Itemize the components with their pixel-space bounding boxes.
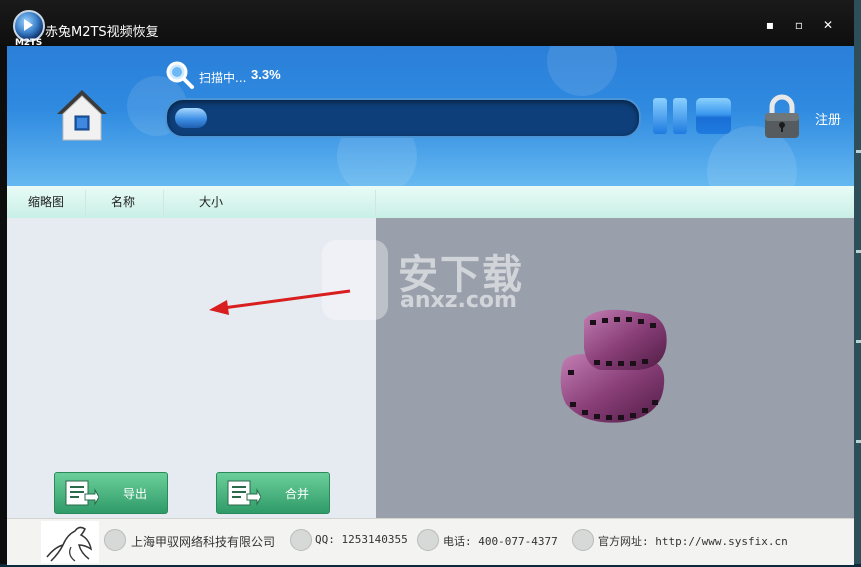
qq-icon (290, 529, 312, 551)
desktop-edge (854, 0, 861, 564)
register-lock-button[interactable] (762, 94, 802, 140)
column-divider (375, 190, 376, 216)
pause-icon (673, 98, 687, 134)
play-icon (24, 19, 33, 31)
merge-label: 合并 (285, 487, 310, 501)
pause-button[interactable] (653, 98, 689, 134)
merge-button[interactable]: 合并 (216, 472, 330, 514)
horse-logo (41, 521, 99, 563)
title-bar[interactable]: M2TS 赤兔M2TS视频恢复 ▪ ▫ ✕ (0, 0, 854, 48)
column-thumbnail[interactable]: 缩略图 (28, 186, 64, 218)
pause-icon (653, 98, 667, 134)
scan-status-label: 扫描中... (199, 71, 247, 85)
phone-icon (417, 529, 439, 551)
export-button[interactable]: 导出 (54, 472, 168, 514)
home-button[interactable] (55, 88, 109, 144)
header-bokeh (547, 46, 617, 96)
minimize-button[interactable]: ▪ (759, 18, 781, 38)
scan-progress-bar (165, 98, 641, 138)
minimize-icon: ▪ (765, 18, 775, 32)
file-list-header: 缩略图 名称 大小 (7, 186, 854, 219)
desktop-edge-mark (856, 250, 861, 253)
magnifier-icon (166, 61, 194, 89)
scan-progress-fill (175, 108, 207, 128)
close-button[interactable]: ✕ (817, 18, 839, 38)
website-link[interactable]: 官方网址: http://www.sysfix.cn (598, 533, 788, 549)
qq-number: QQ: 1253140355 (315, 533, 408, 546)
column-divider (85, 190, 86, 216)
window-title: 赤兔M2TS视频恢复 (45, 25, 159, 40)
file-list-panel[interactable]: 导出 合并 (7, 218, 376, 518)
maximize-icon: ▫ (794, 18, 804, 32)
company-name: 上海甲驭网络科技有限公司 (131, 535, 276, 549)
app-logo: M2TS (10, 8, 46, 48)
export-icon (65, 480, 99, 506)
globe-icon (572, 529, 594, 551)
column-size[interactable]: 大小 (199, 186, 223, 218)
watermark: 安下载 anxz.com (322, 240, 542, 322)
scan-percent: 3.3% (251, 67, 281, 82)
stop-button[interactable] (696, 98, 731, 134)
export-label: 导出 (123, 487, 148, 501)
company-icon (104, 529, 126, 551)
merge-icon (227, 480, 261, 506)
film-reel-icon (560, 309, 667, 423)
desktop-edge-mark (856, 340, 861, 343)
lock-icon (765, 94, 799, 138)
horse-icon (46, 526, 93, 562)
desktop-edge-mark (856, 150, 861, 153)
watermark-url: anxz.com (400, 288, 517, 313)
app-window: M2TS 赤兔M2TS视频恢复 ▪ ▫ ✕ 扫描中... 3.3% 注册 缩略图… (0, 0, 861, 565)
annotation-arrow-icon (209, 289, 351, 315)
toolbar-header: 扫描中... 3.3% 注册 (7, 46, 854, 186)
close-icon: ✕ (822, 18, 834, 32)
footer-bar: 上海甲驭网络科技有限公司 QQ: 1253140355 电话: 400-077-… (7, 518, 854, 565)
phone-number: 电话: 400-077-4377 (443, 535, 558, 548)
column-name[interactable]: 名称 (111, 186, 135, 218)
desktop-edge-mark (856, 440, 861, 443)
home-icon (57, 90, 107, 141)
column-divider (163, 190, 164, 216)
maximize-button[interactable]: ▫ (788, 18, 810, 38)
register-label[interactable]: 注册 (815, 109, 841, 128)
